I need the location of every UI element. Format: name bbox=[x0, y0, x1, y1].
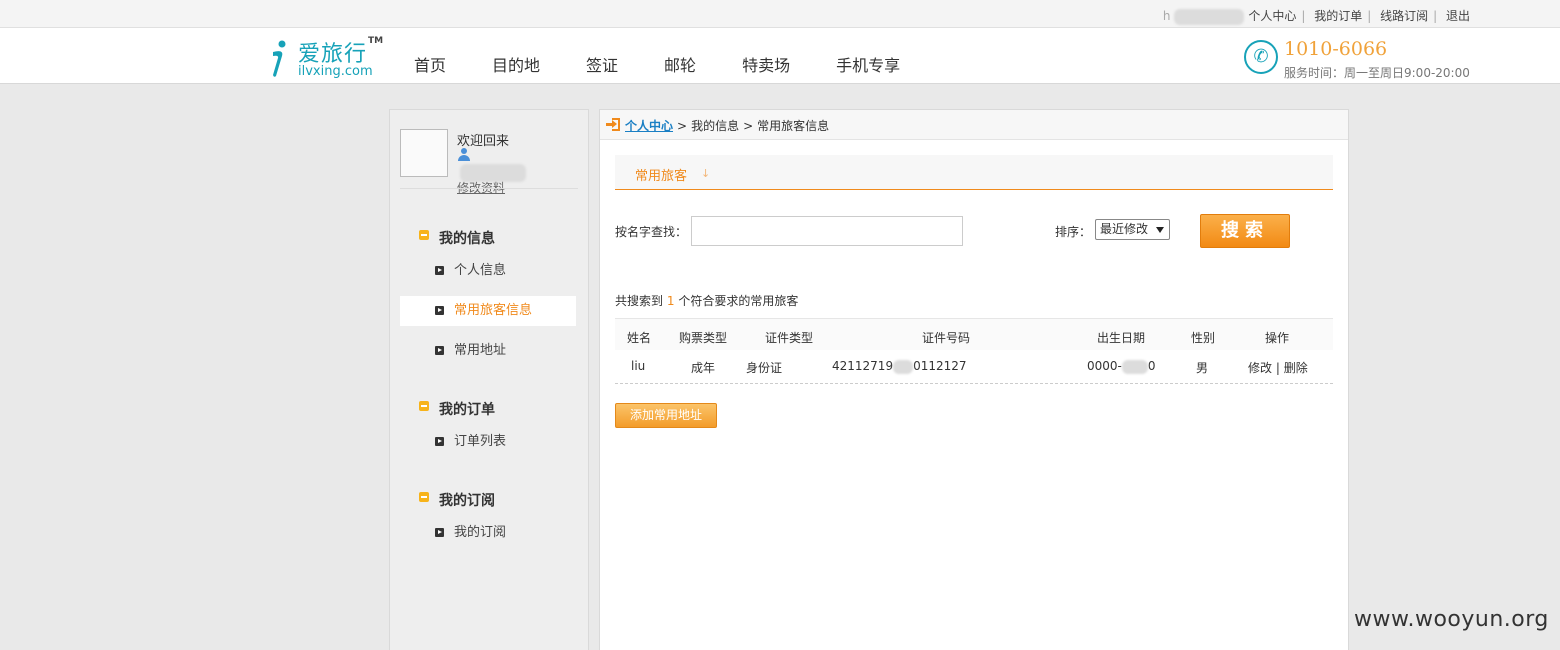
sidebar-item-subscriptions[interactable]: 我的订阅 bbox=[400, 518, 576, 548]
col-action: 操作 bbox=[1265, 331, 1290, 345]
top-username: h bbox=[1162, 9, 1171, 23]
breadcrumb: 个人中心 > 我的信息 > 常用旅客信息 bbox=[600, 110, 1348, 140]
separator: | bbox=[1301, 9, 1306, 23]
delete-link[interactable]: 删除 bbox=[1284, 361, 1308, 375]
cell-id-number: 42112719 0112127 bbox=[832, 359, 967, 374]
cell-actions: 修改 | 删除 bbox=[1248, 359, 1308, 376]
user-icon bbox=[458, 148, 470, 161]
search-button[interactable]: 搜索 bbox=[1200, 214, 1290, 248]
section-bullet-icon bbox=[419, 230, 429, 240]
sort-select[interactable]: 最近修改 bbox=[1095, 219, 1170, 240]
sort-selected-value: 最近修改 bbox=[1100, 222, 1149, 236]
add-address-button[interactable]: 添加常用地址 bbox=[615, 403, 717, 428]
separator: | bbox=[1367, 9, 1372, 23]
breadcrumb-trail: 个人中心 > 我的信息 > 常用旅客信息 bbox=[625, 117, 829, 134]
breadcrumb-sep: > bbox=[677, 119, 688, 133]
arrow-right-icon bbox=[435, 306, 444, 315]
phone-icon: ✆ bbox=[1244, 40, 1278, 74]
table-row: liu 成年 身份证 42112719 0112127 0000- 0 男 修改 |… bbox=[615, 350, 1333, 384]
col-gender: 性别 bbox=[1191, 331, 1216, 345]
col-name: 姓名 bbox=[627, 331, 652, 345]
id-blur bbox=[893, 359, 914, 374]
cell-ticket-type: 成年 bbox=[691, 361, 716, 375]
breadcrumb-sep: > bbox=[743, 119, 754, 133]
main-nav: 首页 目的地 签证 邮轮 特卖场 手机专享 bbox=[414, 52, 946, 76]
service-time: 服务时间：周一至周日9:00-20:00 bbox=[1284, 66, 1470, 80]
section-my-subscriptions: 我的订阅 bbox=[419, 490, 495, 510]
username-blur bbox=[1174, 8, 1245, 25]
table-header: 姓名 购票类型 证件类型 证件号码 出生日期 性别 操作 bbox=[615, 318, 1333, 350]
edit-link[interactable]: 修改 bbox=[1248, 361, 1272, 375]
left-sidebar: 欢迎回来 修改资料 我的信息 个人信息 常用旅客信息 常用地址 我的订单 订单列… bbox=[389, 109, 589, 650]
breadcrumb-level2: 常用旅客信息 bbox=[757, 119, 830, 133]
col-ticket-type: 购票类型 bbox=[679, 331, 728, 345]
nav-home[interactable]: 首页 bbox=[414, 52, 446, 76]
section-bullet-icon bbox=[419, 492, 429, 502]
top-links: h 个人中心 | 我的订单 | 线路订阅 | 退出 bbox=[1163, 7, 1470, 25]
nav-mobile[interactable]: 手机专享 bbox=[836, 52, 900, 76]
col-id-type: 证件类型 bbox=[765, 331, 814, 345]
section-bullet-icon bbox=[419, 401, 429, 411]
chevron-down-icon bbox=[1156, 227, 1164, 233]
main-panel: 个人中心 > 我的信息 > 常用旅客信息 常用旅客 ↓ 按名字查找： 排序： 最近修改 … bbox=[599, 109, 1349, 650]
search-label: 按名字查找： bbox=[615, 225, 688, 239]
hotline-number: 1010-6066 bbox=[1284, 38, 1388, 60]
cell-birth-date: 0000- 0 bbox=[1087, 359, 1156, 374]
cell-gender: 男 bbox=[1196, 361, 1209, 375]
avatar bbox=[400, 129, 448, 177]
arrow-right-icon bbox=[435, 346, 444, 355]
nav-cruise[interactable]: 邮轮 bbox=[664, 52, 696, 76]
arrow-right-icon bbox=[435, 528, 444, 537]
divider bbox=[400, 188, 578, 189]
cell-id-type: 身份证 bbox=[746, 361, 783, 375]
nav-destination[interactable]: 目的地 bbox=[492, 52, 540, 76]
site-logo[interactable]: 爱旅行 TM ilvxing.com bbox=[268, 36, 388, 80]
sidebar-item-personal-info[interactable]: 个人信息 bbox=[400, 256, 576, 286]
breadcrumb-level1: 我的信息 bbox=[691, 119, 740, 133]
nav-visa[interactable]: 签证 bbox=[586, 52, 618, 76]
separator: | bbox=[1433, 9, 1438, 23]
arrow-right-icon bbox=[435, 437, 444, 446]
logo-tm: TM bbox=[368, 36, 384, 46]
tab-frequent-travelers[interactable]: 常用旅客 bbox=[635, 165, 687, 184]
logo-domain: ilvxing.com bbox=[298, 64, 373, 79]
birth-blur bbox=[1121, 359, 1148, 374]
sidebar-item-order-list[interactable]: 订单列表 bbox=[400, 427, 576, 457]
top-link-logout[interactable]: 退出 bbox=[1446, 9, 1470, 23]
top-link-user-center[interactable]: 个人中心 bbox=[1248, 9, 1296, 23]
top-utility-bar: h 个人中心 | 我的订单 | 线路订阅 | 退出 bbox=[0, 0, 1560, 28]
top-link-my-orders[interactable]: 我的订单 bbox=[1314, 9, 1362, 23]
enter-icon bbox=[606, 118, 620, 131]
section-my-orders: 我的订单 bbox=[419, 399, 495, 419]
arrow-right-icon bbox=[435, 266, 444, 275]
welcome-text: 欢迎回来 bbox=[457, 134, 510, 149]
cell-name: liu bbox=[631, 359, 646, 373]
col-id-number: 证件号码 bbox=[922, 331, 971, 345]
action-sep: | bbox=[1275, 361, 1280, 375]
arrow-down-icon: ↓ bbox=[701, 167, 711, 180]
breadcrumb-home[interactable]: 个人中心 bbox=[625, 119, 673, 133]
nav-sale[interactable]: 特卖场 bbox=[742, 52, 790, 76]
section-my-info: 我的信息 bbox=[419, 228, 495, 248]
watermark: www.wooyun.org bbox=[1354, 607, 1549, 632]
sidebar-item-frequent-travelers[interactable]: 常用旅客信息 bbox=[400, 296, 576, 326]
result-summary: 共搜索到 1 个符合要求的常用旅客 bbox=[615, 294, 799, 308]
logo-mark-icon bbox=[273, 40, 286, 77]
sidebar-item-addresses[interactable]: 常用地址 bbox=[400, 336, 576, 366]
site-header: 爱旅行 TM ilvxing.com 首页 目的地 签证 邮轮 特卖场 手机专享… bbox=[0, 28, 1560, 84]
tab-bar: 常用旅客 ↓ bbox=[615, 155, 1333, 190]
sort-label: 排序： bbox=[1055, 225, 1092, 239]
col-birth-date: 出生日期 bbox=[1097, 331, 1146, 345]
name-search-input[interactable] bbox=[691, 216, 963, 246]
top-link-route-subscribe[interactable]: 线路订阅 bbox=[1380, 9, 1428, 23]
result-count: 1 bbox=[666, 294, 675, 308]
